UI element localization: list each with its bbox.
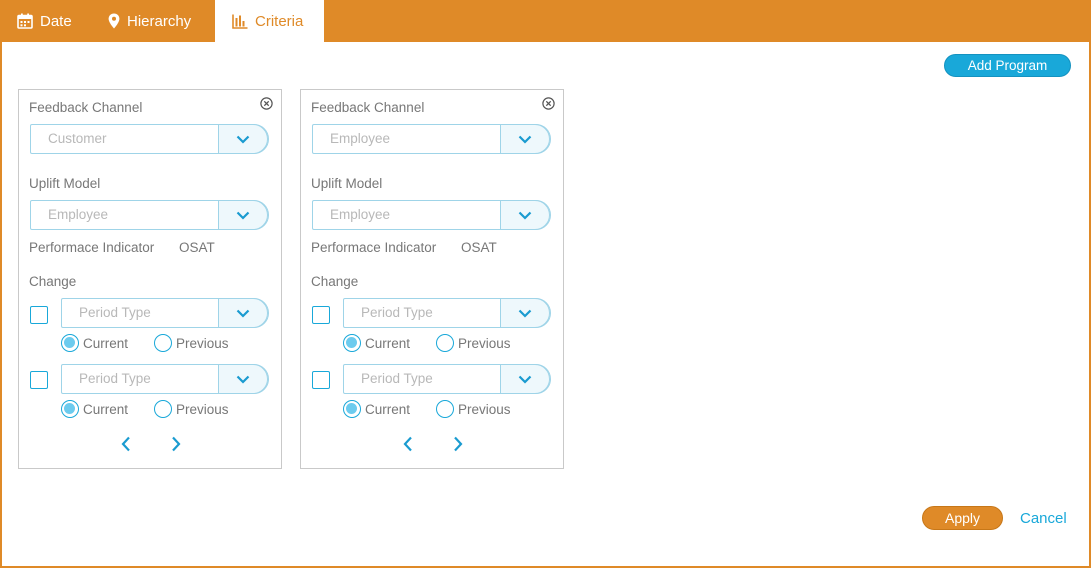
radio-previous[interactable]: Previous	[154, 334, 229, 352]
radio-current[interactable]: Current	[343, 400, 410, 418]
tab-criteria[interactable]: Criteria	[215, 0, 324, 42]
radio-previous-label: Previous	[458, 335, 511, 351]
uplift-model-select[interactable]: Employee	[312, 200, 551, 230]
radio-previous-unselected[interactable]	[154, 400, 172, 418]
feedback-channel-value: Customer	[48, 131, 107, 146]
radio-current-selected[interactable]	[61, 334, 79, 352]
radio-previous[interactable]: Previous	[154, 400, 229, 418]
chevron-left-icon[interactable]	[119, 435, 133, 453]
radio-previous-unselected[interactable]	[436, 334, 454, 352]
chevron-right-icon[interactable]	[169, 435, 183, 453]
radio-previous[interactable]: Previous	[436, 400, 511, 418]
uplift-model-label: Uplift Model	[29, 176, 101, 191]
period-type-placeholder: Period Type	[79, 371, 151, 386]
radio-current[interactable]: Current	[343, 334, 410, 352]
tab-hierarchy-label: Hierarchy	[127, 12, 192, 30]
feedback-channel-select[interactable]: Employee	[312, 124, 551, 154]
radio-previous-label: Previous	[176, 401, 229, 417]
change-checkbox[interactable]	[312, 371, 330, 389]
performance-indicator-label: Performace Indicator	[29, 240, 155, 255]
tab-bar: Date Hierarchy Criteria	[0, 0, 1091, 42]
program-card: Feedback Channel Customer Uplift Model E…	[18, 89, 282, 469]
add-program-button[interactable]: Add Program	[944, 54, 1071, 77]
cancel-link[interactable]: Cancel	[1020, 510, 1067, 527]
feedback-channel-label: Feedback Channel	[29, 100, 143, 115]
period-type-placeholder: Period Type	[361, 371, 433, 386]
program-card: Feedback Channel Employee Uplift Model E…	[300, 89, 564, 469]
radio-current-selected[interactable]	[61, 400, 79, 418]
performance-indicator-value: OSAT	[461, 240, 497, 255]
radio-current-selected[interactable]	[343, 334, 361, 352]
map-pin-icon	[108, 13, 120, 29]
tab-criteria-label: Criteria	[255, 12, 304, 30]
bar-chart-icon	[232, 14, 248, 29]
chevron-down-icon[interactable]	[500, 124, 550, 154]
feedback-channel-value: Employee	[330, 131, 391, 146]
radio-current-selected[interactable]	[343, 400, 361, 418]
chevron-down-icon[interactable]	[218, 298, 268, 328]
uplift-model-label: Uplift Model	[311, 176, 383, 191]
radio-current[interactable]: Current	[61, 400, 128, 418]
apply-button[interactable]: Apply	[922, 506, 1003, 530]
uplift-model-value: Employee	[48, 207, 109, 222]
uplift-model-value: Employee	[330, 207, 391, 222]
chevron-down-icon[interactable]	[218, 124, 268, 154]
chevron-down-icon[interactable]	[500, 298, 550, 328]
close-icon[interactable]	[542, 97, 555, 110]
performance-indicator-value: OSAT	[179, 240, 215, 255]
tab-date[interactable]: Date	[17, 0, 72, 42]
chevron-down-icon[interactable]	[500, 200, 550, 230]
period-type-placeholder: Period Type	[361, 305, 433, 320]
period-type-select[interactable]: Period Type	[61, 298, 269, 328]
calendar-icon	[17, 13, 33, 29]
radio-current-label: Current	[83, 335, 129, 351]
radio-previous-label: Previous	[176, 335, 229, 351]
tab-hierarchy[interactable]: Hierarchy	[108, 0, 191, 42]
radio-previous-unselected[interactable]	[436, 400, 454, 418]
feedback-channel-select[interactable]: Customer	[30, 124, 269, 154]
period-type-select[interactable]: Period Type	[343, 298, 551, 328]
period-type-select[interactable]: Period Type	[61, 364, 269, 394]
chevron-left-icon[interactable]	[401, 435, 415, 453]
radio-current-label: Current	[365, 335, 411, 351]
chevron-right-icon[interactable]	[451, 435, 465, 453]
radio-current-label: Current	[365, 401, 411, 417]
tab-date-label: Date	[40, 12, 72, 30]
change-label: Change	[311, 274, 359, 289]
performance-indicator-label: Performace Indicator	[311, 240, 437, 255]
close-icon[interactable]	[260, 97, 273, 110]
radio-current-label: Current	[83, 401, 129, 417]
chevron-down-icon[interactable]	[218, 364, 268, 394]
change-label: Change	[29, 274, 77, 289]
radio-previous-label: Previous	[458, 401, 511, 417]
chevron-down-icon[interactable]	[500, 364, 550, 394]
period-type-placeholder: Period Type	[79, 305, 151, 320]
period-type-select[interactable]: Period Type	[343, 364, 551, 394]
change-checkbox[interactable]	[312, 306, 330, 324]
chevron-down-icon[interactable]	[218, 200, 268, 230]
change-checkbox[interactable]	[30, 306, 48, 324]
radio-previous-unselected[interactable]	[154, 334, 172, 352]
uplift-model-select[interactable]: Employee	[30, 200, 269, 230]
feedback-channel-label: Feedback Channel	[311, 100, 425, 115]
radio-previous[interactable]: Previous	[436, 334, 511, 352]
radio-current[interactable]: Current	[61, 334, 128, 352]
change-checkbox[interactable]	[30, 371, 48, 389]
